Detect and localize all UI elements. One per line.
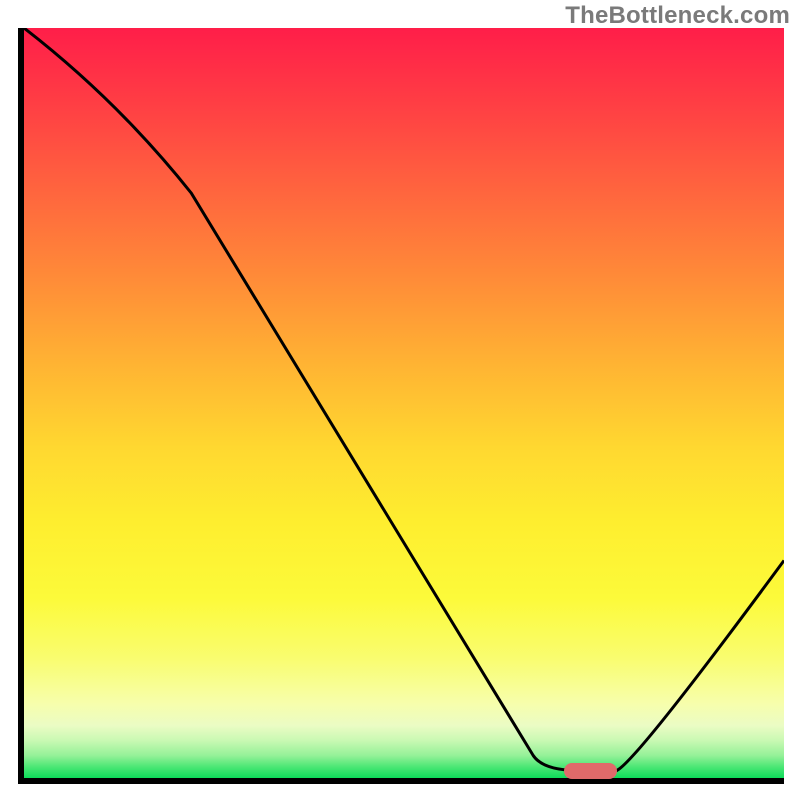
optimal-marker [564, 763, 617, 779]
line-curve [24, 28, 784, 778]
chart-container: TheBottleneck.com [0, 0, 800, 800]
watermark-text: TheBottleneck.com [565, 2, 790, 30]
curve-path [24, 28, 784, 771]
plot-area [18, 28, 784, 784]
